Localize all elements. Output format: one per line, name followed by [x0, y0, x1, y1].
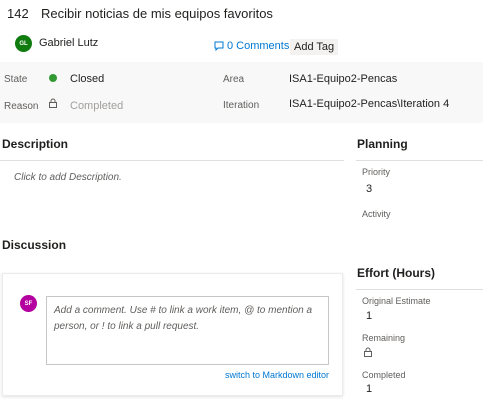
work-item-title[interactable]: Recibir noticias de mis equipos favorito…	[41, 6, 273, 21]
iteration-field[interactable]: ISA1-Equipo2-Pencas\Iteration 4	[289, 98, 449, 110]
work-item-header: 142 Recibir noticias de mis equipos favo…	[0, 0, 483, 62]
switch-to-markdown-link[interactable]: switch to Markdown editor	[225, 370, 329, 380]
planning-title: Planning	[357, 137, 408, 151]
assignee-avatar[interactable]: GL	[15, 35, 32, 52]
comment-icon	[214, 41, 224, 51]
comments-link[interactable]: 0 Comments	[214, 40, 289, 52]
original-estimate-label: Original Estimate	[362, 296, 431, 306]
add-tag-button[interactable]: Add Tag	[290, 39, 339, 55]
priority-field[interactable]: 3	[366, 183, 372, 195]
comments-count: 0 Comments	[227, 40, 290, 52]
assignee-name[interactable]: Gabriel Lutz	[39, 37, 98, 49]
activity-label: Activity	[362, 209, 391, 219]
completed-field[interactable]: 1	[366, 383, 372, 395]
activity-field[interactable]	[362, 222, 478, 238]
completed-label: Completed	[362, 370, 406, 380]
remaining-lock-icon	[364, 347, 372, 357]
area-label: Area	[223, 74, 245, 85]
current-user-avatar: SF	[20, 295, 37, 312]
description-divider	[0, 160, 344, 161]
lock-icon	[49, 98, 57, 108]
area-field[interactable]: ISA1-Equipo2-Pencas	[289, 73, 397, 85]
state-dropdown[interactable]: Closed	[70, 73, 104, 85]
remaining-label: Remaining	[362, 333, 406, 343]
discussion-title: Discussion	[2, 238, 67, 252]
work-item-fields	[0, 62, 483, 123]
priority-label: Priority	[362, 167, 391, 177]
work-item-id: 142	[7, 6, 29, 21]
effort-title: Effort (Hours)	[357, 266, 435, 280]
description-title: Description	[2, 137, 69, 151]
comment-input[interactable]: Add a comment. Use # to link a work item…	[46, 296, 329, 365]
effort-divider	[356, 289, 483, 290]
state-indicator-icon	[49, 74, 57, 82]
state-label: State	[4, 74, 28, 85]
description-editor[interactable]: Click to add Description.	[14, 172, 122, 183]
original-estimate-field[interactable]: 1	[366, 310, 372, 322]
planning-divider	[356, 160, 483, 161]
iteration-label: Iteration	[223, 100, 260, 111]
reason-value: Completed	[70, 100, 124, 112]
reason-label: Reason	[4, 101, 39, 112]
